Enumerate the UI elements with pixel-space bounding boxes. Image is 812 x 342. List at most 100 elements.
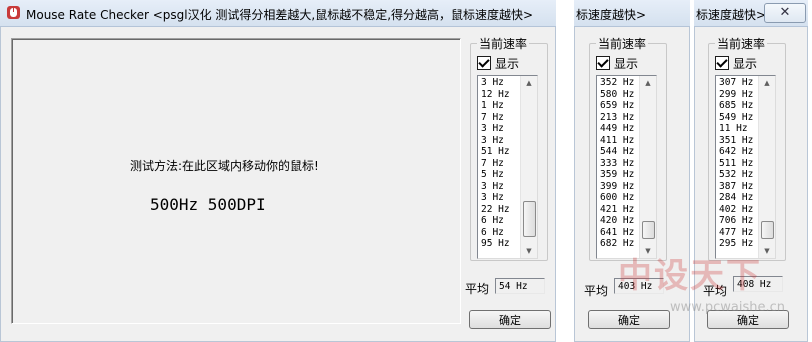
list-item[interactable]: 351 Hz — [719, 135, 759, 147]
list-item[interactable]: 22 Hz — [481, 204, 521, 216]
group-label: 当前速率 — [477, 35, 530, 52]
show-checkbox[interactable] — [715, 56, 729, 70]
title-bar[interactable]: 标速度越快> ✕ — [694, 0, 808, 27]
vertical-scrollbar[interactable]: ▲ ▼ — [758, 76, 775, 258]
list-item[interactable]: 659 Hz — [600, 100, 640, 112]
list-item[interactable]: 387 Hz — [719, 181, 759, 193]
list-item[interactable]: 299 Hz — [719, 89, 759, 101]
list-item[interactable]: 549 Hz — [719, 112, 759, 124]
list-item[interactable]: 3 Hz — [481, 77, 521, 89]
list-item[interactable]: 685 Hz — [719, 100, 759, 112]
list-items: 352 Hz 580 Hz 659 Hz 213 Hz 449 Hz 411 H… — [600, 77, 640, 250]
list-item[interactable]: 532 Hz — [719, 169, 759, 181]
window-title: 标速度越快> — [696, 8, 767, 22]
list-item[interactable]: 3 Hz — [481, 181, 521, 193]
list-item[interactable]: 3 Hz — [481, 192, 521, 204]
average-label: 平均 — [703, 284, 728, 298]
show-label: 显示 — [495, 57, 520, 71]
scroll-up-arrow-icon[interactable]: ▲ — [522, 76, 536, 90]
scroll-down-arrow-icon[interactable]: ▼ — [522, 244, 536, 258]
ok-button[interactable]: 确定 — [588, 310, 670, 329]
show-label: 显示 — [733, 57, 758, 71]
scroll-down-arrow-icon[interactable]: ▼ — [760, 244, 774, 258]
list-item[interactable]: 642 Hz — [719, 146, 759, 158]
mouse-test-area[interactable]: 测试方法:在此区域内移动你的鼠标! 500Hz 500DPI — [11, 38, 461, 324]
list-item[interactable]: 284 Hz — [719, 192, 759, 204]
average-field: 403 Hz — [614, 278, 664, 294]
window-title: 标速度越快> — [576, 8, 647, 22]
list-item[interactable]: 600 Hz — [600, 192, 640, 204]
vertical-scrollbar[interactable]: ▲ ▼ — [639, 76, 656, 258]
list-item[interactable]: 399 Hz — [600, 181, 640, 193]
list-item[interactable]: 333 Hz — [600, 158, 640, 170]
list-item[interactable]: 213 Hz — [600, 112, 640, 124]
test-instruction: 测试方法:在此区域内移动你的鼠标! — [130, 159, 319, 173]
group-label: 当前速率 — [715, 35, 768, 52]
show-checkbox[interactable] — [477, 56, 491, 70]
title-bar[interactable]: 标速度越快> — [574, 0, 690, 27]
list-item[interactable]: 511 Hz — [719, 158, 759, 170]
list-item[interactable]: 307 Hz — [719, 77, 759, 89]
list-item[interactable]: 6 Hz — [481, 227, 521, 239]
show-checkbox-row[interactable]: 显示 — [715, 55, 757, 72]
list-item[interactable]: 7 Hz — [481, 112, 521, 124]
scroll-thumb[interactable] — [761, 221, 774, 239]
ok-button[interactable]: 确定 — [707, 310, 789, 329]
list-item[interactable]: 544 Hz — [600, 146, 640, 158]
list-item[interactable]: 420 Hz — [600, 215, 640, 227]
mouse-rate-readout: 500Hz 500DPI — [150, 195, 266, 214]
average-field: 54 Hz — [495, 278, 545, 294]
rate-group-3: 当前速率 显示 307 Hz 299 Hz 685 Hz 549 Hz 11 H… — [708, 35, 786, 261]
title-bar[interactable]: Mouse Rate Checker <psgl汉化 测试得分相差越大,鼠标越不… — [0, 0, 556, 27]
list-item[interactable]: 352 Hz — [600, 77, 640, 89]
list-item[interactable]: 359 Hz — [600, 169, 640, 181]
list-item[interactable]: 682 Hz — [600, 238, 640, 250]
list-item[interactable]: 402 Hz — [719, 204, 759, 216]
third-window: 标速度越快> ✕ 当前速率 显示 307 Hz 299 Hz 685 Hz 54… — [694, 0, 808, 342]
list-items: 3 Hz 12 Hz 1 Hz 7 Hz 3 Hz 3 Hz 51 Hz 7 H… — [481, 77, 521, 250]
average-field: 408 Hz — [733, 276, 783, 292]
list-item[interactable]: 580 Hz — [600, 89, 640, 101]
list-item[interactable]: 5 Hz — [481, 169, 521, 181]
list-item[interactable]: 51 Hz — [481, 146, 521, 158]
scroll-down-arrow-icon[interactable]: ▼ — [641, 244, 655, 258]
rate-listbox[interactable]: 307 Hz 299 Hz 685 Hz 549 Hz 11 Hz 351 Hz… — [715, 75, 776, 259]
app-icon — [7, 6, 20, 19]
list-item[interactable]: 706 Hz — [719, 215, 759, 227]
list-item[interactable]: 11 Hz — [719, 123, 759, 135]
list-item[interactable]: 641 Hz — [600, 227, 640, 239]
list-item[interactable]: 477 Hz — [719, 227, 759, 239]
list-item[interactable]: 421 Hz — [600, 204, 640, 216]
list-item[interactable]: 411 Hz — [600, 135, 640, 147]
list-item[interactable]: 95 Hz — [481, 238, 521, 250]
scroll-thumb[interactable] — [523, 201, 536, 237]
scroll-up-arrow-icon[interactable]: ▲ — [641, 76, 655, 90]
vertical-scrollbar[interactable]: ▲ ▼ — [520, 76, 537, 258]
rate-listbox[interactable]: 3 Hz 12 Hz 1 Hz 7 Hz 3 Hz 3 Hz 51 Hz 7 H… — [477, 75, 538, 259]
scroll-thumb[interactable] — [642, 221, 655, 239]
list-item[interactable]: 6 Hz — [481, 215, 521, 227]
list-item[interactable]: 12 Hz — [481, 89, 521, 101]
main-window: Mouse Rate Checker <psgl汉化 测试得分相差越大,鼠标越不… — [0, 0, 556, 342]
rate-group-1: 当前速率 显示 3 Hz 12 Hz 1 Hz 7 Hz 3 Hz 3 Hz 5… — [470, 35, 548, 261]
list-item[interactable]: 295 Hz — [719, 238, 759, 250]
window-title: Mouse Rate Checker <psgl汉化 测试得分相差越大,鼠标越不… — [26, 8, 534, 22]
average-label: 平均 — [584, 284, 609, 298]
average-label: 平均 — [465, 282, 490, 296]
list-item[interactable]: 1 Hz — [481, 100, 521, 112]
rate-listbox[interactable]: 352 Hz 580 Hz 659 Hz 213 Hz 449 Hz 411 H… — [596, 75, 657, 259]
group-label: 当前速率 — [596, 35, 649, 52]
show-label: 显示 — [614, 57, 639, 71]
list-item[interactable]: 7 Hz — [481, 158, 521, 170]
list-item[interactable]: 449 Hz — [600, 123, 640, 135]
ok-button[interactable]: 确定 — [469, 310, 551, 329]
list-item[interactable]: 3 Hz — [481, 135, 521, 147]
close-icon[interactable]: ✕ — [764, 3, 806, 23]
second-window: 标速度越快> 当前速率 显示 352 Hz 580 Hz 659 Hz 213 … — [574, 0, 690, 342]
list-items: 307 Hz 299 Hz 685 Hz 549 Hz 11 Hz 351 Hz… — [719, 77, 759, 250]
show-checkbox[interactable] — [596, 56, 610, 70]
show-checkbox-row[interactable]: 显示 — [596, 55, 638, 72]
list-item[interactable]: 3 Hz — [481, 123, 521, 135]
show-checkbox-row[interactable]: 显示 — [477, 55, 519, 72]
scroll-up-arrow-icon[interactable]: ▲ — [760, 76, 774, 90]
